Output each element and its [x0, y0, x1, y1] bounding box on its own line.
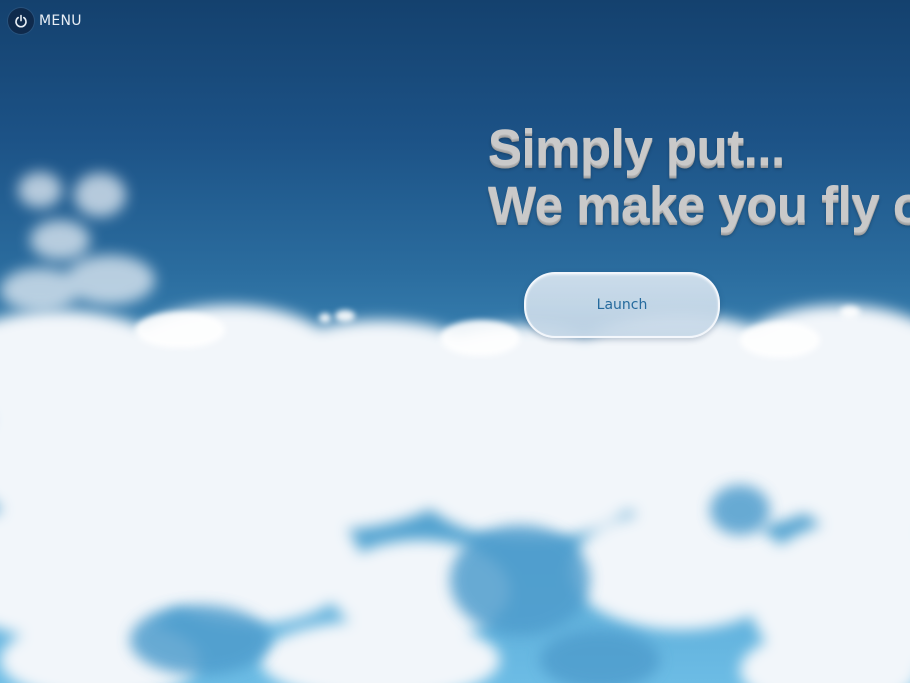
cloud-layer: [0, 172, 910, 683]
launch-label: Launch: [596, 297, 648, 313]
power-icon: [8, 7, 34, 34]
landing-page: MENU Simply put... We make you fly o Lau…: [0, 0, 910, 683]
hero-headline: Simply put... We make you fly o: [488, 119, 910, 233]
launch-button[interactable]: Launch: [524, 272, 720, 338]
headline-line-1: Simply put...: [488, 119, 785, 176]
menu-button[interactable]: MENU: [8, 7, 82, 34]
headline-line-2: We make you fly o: [488, 176, 910, 233]
menu-label: MENU: [39, 12, 82, 29]
